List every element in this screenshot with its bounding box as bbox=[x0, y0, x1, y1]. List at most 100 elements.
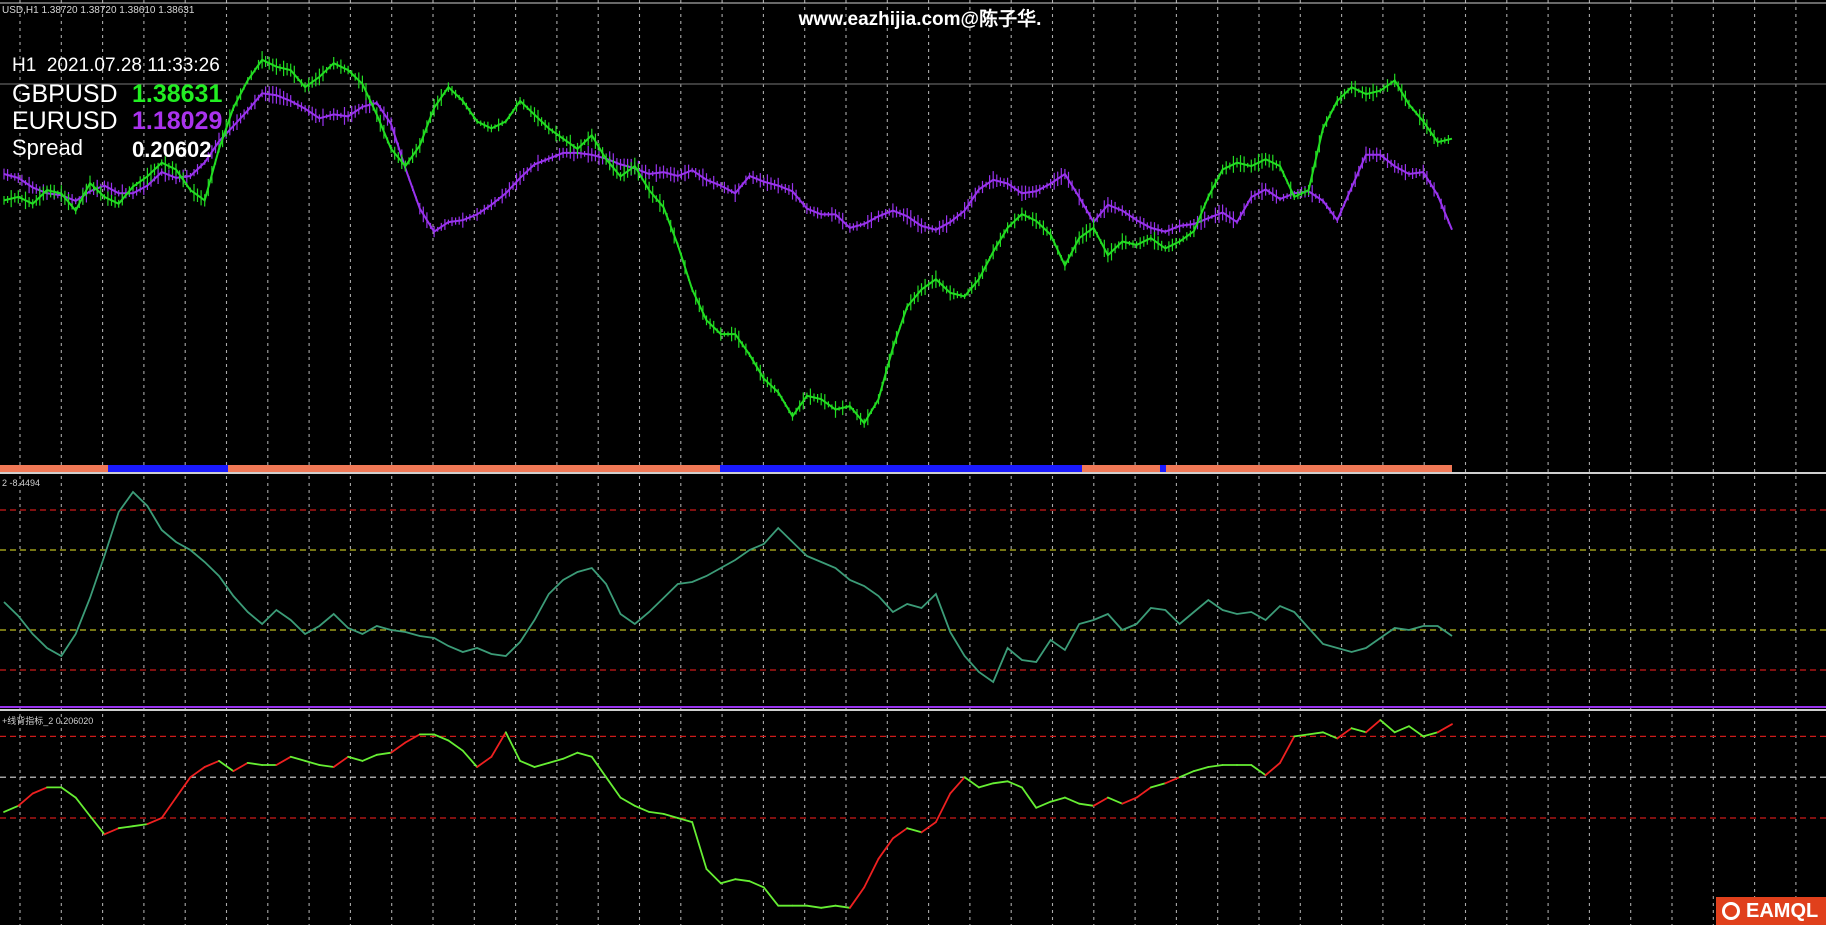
spread-segment bbox=[1121, 796, 1138, 805]
spread-window bbox=[3, 719, 1453, 909]
spread-segment bbox=[576, 751, 593, 758]
spread-segment bbox=[31, 786, 48, 795]
spread-segment bbox=[189, 766, 206, 779]
symbol-info: USD,H1 1.38720 1.38720 1.38610 1.38631 bbox=[2, 5, 195, 16]
spread-segment bbox=[318, 764, 335, 768]
spread-segment bbox=[648, 811, 665, 815]
spread-segment bbox=[361, 753, 378, 762]
spread-row: Spread 0.20602 bbox=[12, 135, 212, 162]
spread-segment bbox=[1322, 731, 1339, 740]
spread-segment bbox=[992, 780, 1009, 785]
spread-segment bbox=[404, 733, 421, 744]
spread-segment bbox=[562, 751, 579, 760]
trend-bar-bullish bbox=[1160, 465, 1166, 472]
spread-segment bbox=[820, 904, 837, 909]
spread-segment bbox=[132, 823, 149, 828]
spread-segment bbox=[1393, 725, 1410, 734]
indicator-levels bbox=[0, 509, 1826, 819]
spread-segment bbox=[1064, 796, 1081, 805]
spread-segment bbox=[232, 762, 249, 772]
pair1-row: GBPUSD 1.38631 bbox=[12, 80, 222, 109]
spread-segment bbox=[1350, 727, 1367, 734]
spread-segment bbox=[920, 821, 937, 834]
spread-segment bbox=[892, 827, 909, 840]
info-timeframe-row: H1 2021.07.28 11:33:26 bbox=[12, 55, 220, 77]
trend-bar bbox=[0, 465, 1452, 472]
spread-segment bbox=[1035, 800, 1052, 809]
spread-segment bbox=[1365, 719, 1382, 734]
spread-segment bbox=[633, 804, 650, 813]
spread-segment bbox=[1293, 733, 1310, 738]
spread-segment bbox=[476, 755, 493, 768]
datetime-label: 2021.07.28 11:33:26 bbox=[46, 55, 220, 76]
spread-segment bbox=[963, 776, 980, 789]
spread-segment bbox=[117, 825, 134, 830]
price-chart-canvas[interactable] bbox=[0, 0, 1826, 925]
chart-grid bbox=[19, 0, 1797, 925]
spread-segment bbox=[375, 751, 393, 756]
spread-segment bbox=[949, 776, 966, 795]
spread-segment bbox=[1178, 770, 1195, 779]
spread-segment bbox=[877, 837, 894, 860]
spread-segment bbox=[619, 796, 636, 807]
spread-segment bbox=[1150, 782, 1167, 789]
spread-segment bbox=[60, 786, 77, 799]
spread-segment bbox=[1193, 766, 1210, 772]
trend-bar-bullish bbox=[108, 465, 228, 472]
spread-segment bbox=[3, 804, 20, 813]
spread-segment bbox=[519, 760, 536, 768]
eamql-logo: EAMQL bbox=[1716, 897, 1826, 925]
spread-segment bbox=[203, 760, 220, 768]
logo-text: EAMQL bbox=[1746, 899, 1819, 922]
spread-segment bbox=[160, 796, 177, 819]
spread-value: 0.20602 bbox=[132, 137, 212, 162]
spread-segment bbox=[662, 813, 679, 819]
pair2-name: EURUSD bbox=[12, 107, 118, 135]
spread-segment bbox=[547, 757, 564, 764]
spread-segment bbox=[1164, 776, 1181, 785]
spread-segment bbox=[806, 904, 823, 909]
spread-segment bbox=[849, 886, 866, 909]
spread-segment bbox=[89, 815, 106, 836]
spread-segment bbox=[103, 827, 120, 836]
spread-segment bbox=[1422, 731, 1439, 738]
spread-segment bbox=[447, 739, 464, 752]
spread-segment bbox=[304, 760, 321, 766]
spread-segment bbox=[676, 817, 694, 823]
spread-segment bbox=[906, 827, 923, 834]
pair1-name: GBPUSD bbox=[12, 80, 118, 108]
spread-segment bbox=[246, 762, 264, 766]
oscillator-label: 2 -8.4494 bbox=[2, 478, 41, 488]
subwindow-separators bbox=[0, 2, 1826, 711]
spread-segment bbox=[719, 878, 737, 885]
spread-segment bbox=[433, 733, 450, 742]
oscillator-window bbox=[3, 490, 1453, 684]
spread-segment bbox=[978, 782, 995, 789]
spread-segment bbox=[1279, 735, 1296, 764]
oscillator-line bbox=[3, 490, 1453, 684]
spread-segment bbox=[1092, 796, 1109, 807]
spread-segment bbox=[1207, 764, 1224, 768]
spread-segment bbox=[332, 755, 350, 768]
pair2-row: EURUSD 1.18029 bbox=[12, 107, 222, 136]
watermark-text: www.eazhijia.com@陈子华. bbox=[798, 9, 1042, 30]
chart-window[interactable]: USD,H1 1.38720 1.38720 1.38610 1.38631 w… bbox=[0, 0, 1826, 925]
spread-segment bbox=[289, 755, 307, 762]
spread-segment bbox=[175, 776, 192, 799]
spread-segment bbox=[74, 796, 91, 817]
spread-segment bbox=[1135, 786, 1152, 799]
spread-segment bbox=[748, 880, 765, 889]
spread-segment bbox=[275, 755, 292, 766]
spread-segment bbox=[146, 817, 163, 825]
spread-segment bbox=[605, 776, 622, 799]
spread-segment bbox=[1408, 725, 1425, 738]
spread-name: Spread bbox=[12, 135, 83, 160]
spread-segment bbox=[691, 821, 708, 870]
pair2-value: 1.18029 bbox=[132, 107, 223, 135]
spread-segment bbox=[1078, 802, 1095, 807]
spread-segment bbox=[390, 741, 407, 754]
spread-segment bbox=[218, 760, 235, 772]
spread-segment bbox=[834, 904, 851, 909]
spread-segment bbox=[1021, 786, 1038, 809]
spread-segment bbox=[1307, 731, 1324, 736]
